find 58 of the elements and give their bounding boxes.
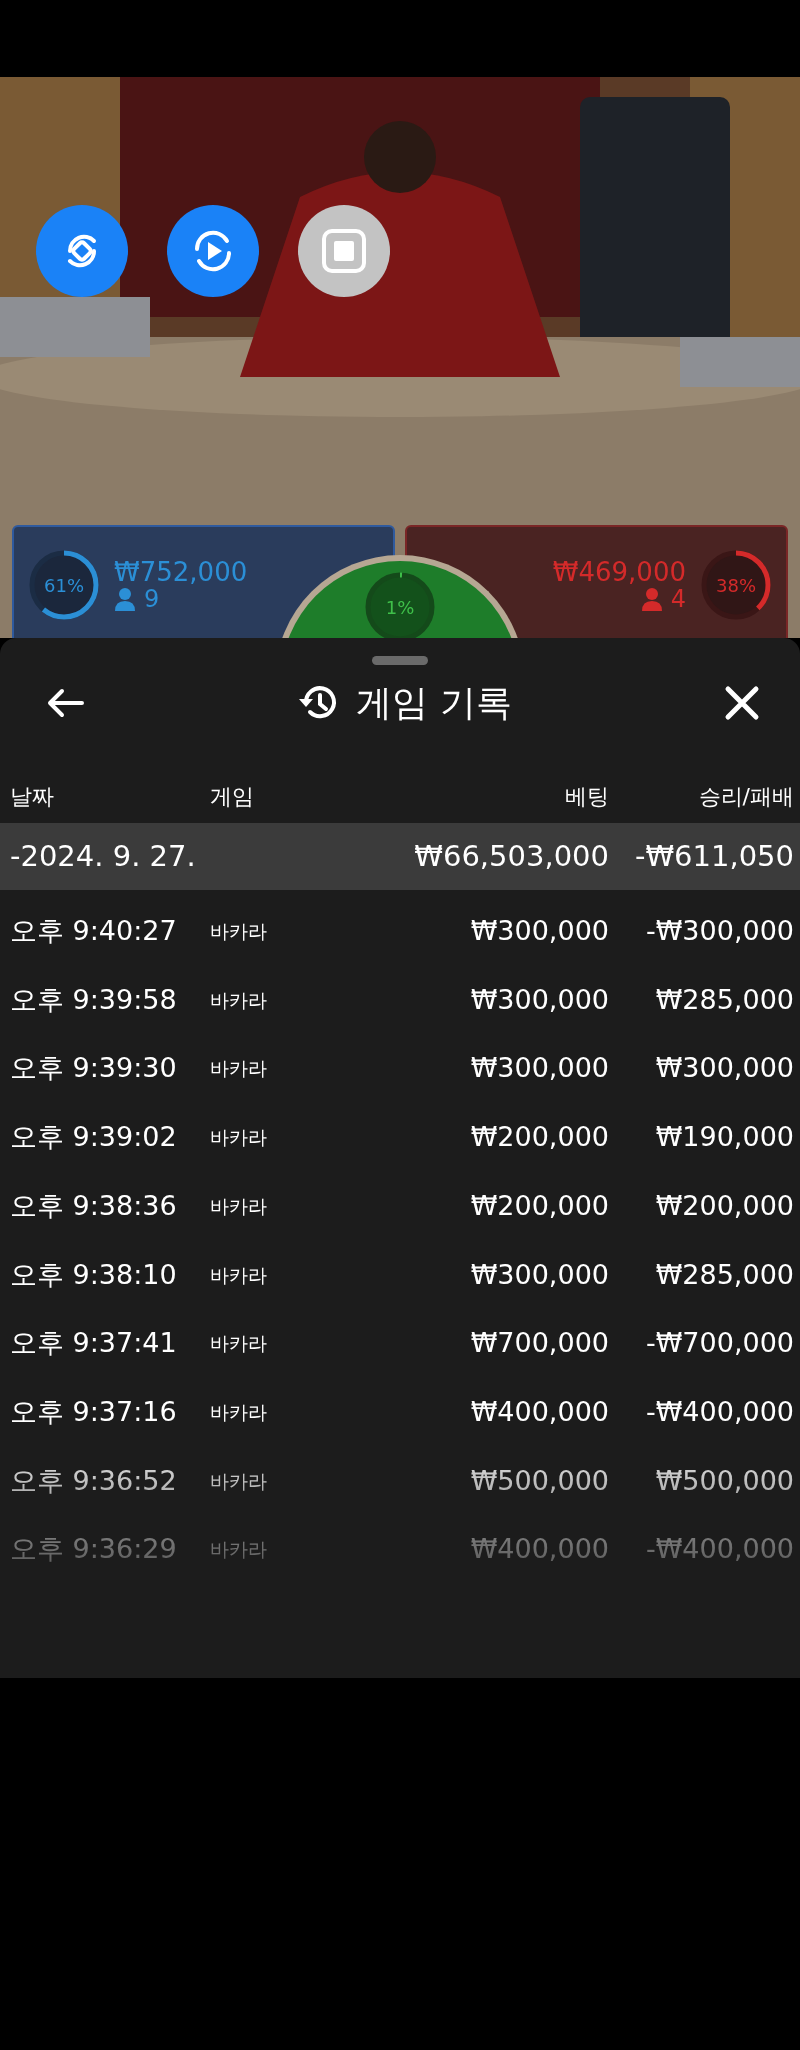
time-cell-text: 오후 9:39:02 bbox=[10, 1120, 178, 1155]
result-cell-text: ₩500,000 bbox=[654, 1463, 794, 1498]
game-cell-text: 바카라 bbox=[210, 1056, 268, 1082]
date-text: -2024. 9. 27. bbox=[10, 837, 197, 875]
bet-cell-text: ₩300,000 bbox=[469, 1257, 609, 1292]
sheet-title: 게임 기록 bbox=[356, 680, 512, 725]
bet-cell-text: ₩300,000 bbox=[469, 914, 609, 949]
percentage-text: 38% bbox=[716, 573, 756, 598]
column-header: 베팅 bbox=[564, 783, 609, 811]
time-cell-text: 오후 9:36:29 bbox=[10, 1532, 178, 1567]
bet-total: ₩66,503,000 bbox=[413, 837, 609, 875]
time-cell-text: 오후 9:37:41 bbox=[10, 1326, 178, 1361]
result-cell-text: ₩200,000 bbox=[654, 1188, 794, 1223]
time-cell-text: 오후 9:38:10 bbox=[10, 1257, 178, 1292]
game-cell-text: 바카라 bbox=[210, 1193, 268, 1219]
person-icon bbox=[640, 587, 663, 612]
result-total: -₩611,050 bbox=[633, 837, 794, 875]
game-cell-text: 바카라 bbox=[210, 1468, 268, 1494]
result-cell-text: ₩300,000 bbox=[654, 1051, 794, 1086]
game-cell-text: 바카라 bbox=[210, 1537, 268, 1563]
bet-amount: ₩469,000 bbox=[552, 557, 686, 587]
drag-handle[interactable] bbox=[372, 656, 428, 665]
game-cell-text: 바카라 bbox=[210, 987, 268, 1013]
time-cell-text: 오후 9:39:30 bbox=[10, 1051, 178, 1086]
bet-cell-text: ₩200,000 bbox=[469, 1188, 609, 1223]
percentage-text: 1% bbox=[385, 595, 415, 620]
person-icon bbox=[114, 587, 136, 612]
game-cell-text: 바카라 bbox=[210, 919, 268, 945]
result-cell-text: ₩285,000 bbox=[654, 1257, 794, 1292]
result-cell-text: -₩400,000 bbox=[644, 1532, 794, 1567]
result-cell-text: -₩400,000 bbox=[644, 1394, 794, 1429]
column-header: 날짜 bbox=[10, 783, 55, 811]
player-count: 9 bbox=[144, 586, 160, 613]
bet-cell-text: ₩400,000 bbox=[469, 1532, 609, 1567]
column-header: 승리/패배 bbox=[697, 783, 794, 811]
game-cell-text: 바카라 bbox=[210, 1262, 268, 1288]
bet-cell-text: ₩500,000 bbox=[469, 1463, 609, 1498]
bet-amount: ₩752,000 bbox=[114, 557, 248, 587]
percentage-text: 61% bbox=[44, 573, 84, 598]
time-cell-text: 오후 9:36:52 bbox=[10, 1463, 178, 1498]
bet-cell-text: ₩700,000 bbox=[469, 1326, 609, 1361]
game-cell-text: 바카라 bbox=[210, 1331, 268, 1357]
bet-cell-text: ₩400,000 bbox=[469, 1394, 609, 1429]
game-cell-text: 바카라 bbox=[210, 1399, 268, 1425]
column-header: 게임 bbox=[210, 783, 255, 811]
time-cell-text: 오후 9:37:16 bbox=[10, 1394, 178, 1429]
time-cell-text: 오후 9:38:36 bbox=[10, 1188, 178, 1223]
result-cell-text: -₩700,000 bbox=[644, 1326, 794, 1361]
time-cell-text: 오후 9:39:58 bbox=[10, 982, 178, 1017]
time-cell-text: 오후 9:40:27 bbox=[10, 914, 178, 949]
result-cell-text: -₩300,000 bbox=[644, 914, 794, 949]
bet-cell-text: ₩300,000 bbox=[469, 982, 609, 1017]
bet-cell-text: ₩200,000 bbox=[469, 1120, 609, 1155]
result-cell-text: ₩285,000 bbox=[654, 982, 794, 1017]
game-cell-text: 바카라 bbox=[210, 1125, 268, 1151]
player-count: 4 bbox=[670, 586, 686, 613]
result-cell-text: ₩190,000 bbox=[654, 1120, 794, 1155]
bet-cell-text: ₩300,000 bbox=[469, 1051, 609, 1086]
